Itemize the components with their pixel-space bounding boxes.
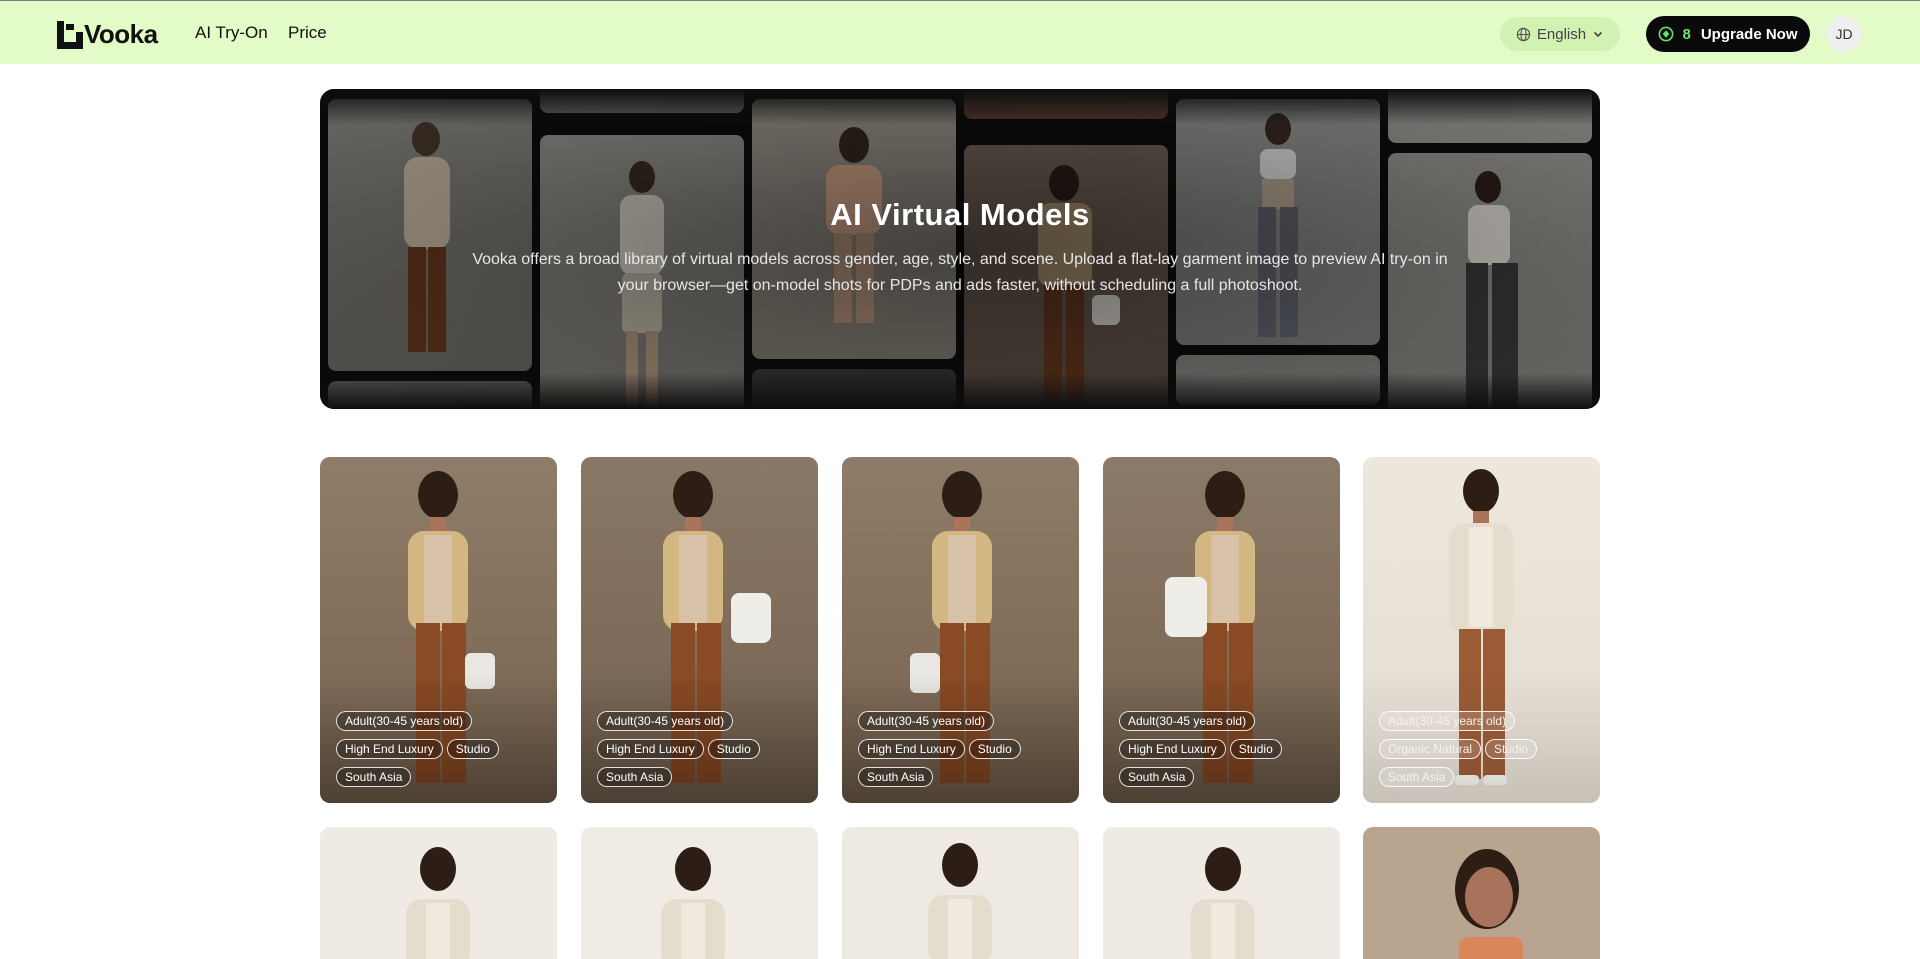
tag-style: High End Luxury bbox=[597, 739, 704, 759]
tag-age: Adult(30-45 years old) bbox=[336, 711, 473, 731]
brand-name: Vooka bbox=[84, 19, 158, 49]
credits-coin-icon bbox=[1659, 26, 1674, 42]
credit-count: 8 bbox=[1682, 25, 1691, 43]
model-photo bbox=[928, 843, 992, 959]
nav-ai-try-on[interactable]: AI Try-On bbox=[195, 23, 268, 43]
tag-age: Adult(30-45 years old) bbox=[1379, 711, 1516, 731]
tag-region: South Asia bbox=[1379, 767, 1455, 787]
model-photo bbox=[1191, 847, 1255, 959]
top-navigation-bar: Vooka AI Try-On Price English 8 Upgrade … bbox=[0, 0, 1920, 64]
model-card[interactable] bbox=[581, 827, 818, 959]
tag-list: Adult(30-45 years old) High End Luxury S… bbox=[858, 711, 1068, 787]
tag-scene: Studio bbox=[707, 739, 760, 759]
tag-scene: Studio bbox=[1229, 739, 1282, 759]
tag-region: South Asia bbox=[336, 767, 412, 787]
chevron-down-icon bbox=[1594, 31, 1603, 38]
tag-age: Adult(30-45 years old) bbox=[858, 711, 995, 731]
tag-list: Adult(30-45 years old) Organic Natural S… bbox=[1379, 711, 1589, 787]
upgrade-label: Upgrade Now bbox=[1700, 25, 1798, 43]
hero-fade bbox=[320, 89, 1600, 125]
model-card[interactable]: Adult(30-45 years old) High End Luxury S… bbox=[581, 457, 818, 803]
tag-list: Adult(30-45 years old) High End Luxury S… bbox=[1119, 711, 1329, 787]
tag-list: Adult(30-45 years old) High End Luxury S… bbox=[597, 711, 807, 787]
language-label: English bbox=[1536, 25, 1587, 43]
tag-list: Adult(30-45 years old) High End Luxury S… bbox=[336, 711, 546, 787]
model-photo bbox=[1455, 849, 1523, 959]
tag-age: Adult(30-45 years old) bbox=[597, 711, 734, 731]
tag-scene: Studio bbox=[1485, 739, 1538, 759]
tag-style: High End Luxury bbox=[1119, 739, 1226, 759]
globe-icon bbox=[1516, 27, 1531, 41]
tag-style: Organic Natural bbox=[1379, 739, 1482, 759]
upgrade-button[interactable]: 8 Upgrade Now bbox=[1646, 16, 1810, 52]
tag-region: South Asia bbox=[597, 767, 673, 787]
brand-logo[interactable]: Vooka bbox=[57, 19, 158, 50]
hero-description: Vooka offers a broad library of virtual … bbox=[472, 251, 1448, 294]
language-selector[interactable]: English bbox=[1500, 17, 1620, 51]
tag-region: South Asia bbox=[1119, 767, 1195, 787]
model-card[interactable] bbox=[1103, 827, 1340, 959]
model-card[interactable]: Adult(30-45 years old) High End Luxury S… bbox=[842, 457, 1079, 803]
tag-age: Adult(30-45 years old) bbox=[1119, 711, 1256, 731]
vooka-logo-icon bbox=[57, 20, 83, 49]
model-card[interactable]: Adult(30-45 years old) High End Luxury S… bbox=[320, 457, 557, 803]
model-card[interactable] bbox=[1363, 827, 1600, 959]
tag-scene: Studio bbox=[968, 739, 1021, 759]
tag-style: High End Luxury bbox=[336, 739, 443, 759]
nav-price[interactable]: Price bbox=[288, 23, 327, 43]
tag-scene: Studio bbox=[446, 739, 499, 759]
model-photo bbox=[406, 847, 470, 959]
hero-banner: AI Virtual Models Vooka offers a broad l… bbox=[320, 89, 1600, 409]
model-card[interactable]: Adult(30-45 years old) High End Luxury S… bbox=[1103, 457, 1340, 803]
hero-title: AI Virtual Models bbox=[830, 197, 1090, 232]
model-card[interactable] bbox=[320, 827, 557, 959]
model-card[interactable] bbox=[842, 827, 1079, 959]
model-photo bbox=[661, 847, 725, 959]
tag-style: High End Luxury bbox=[858, 739, 965, 759]
model-card[interactable]: Adult(30-45 years old) Organic Natural S… bbox=[1363, 457, 1600, 803]
hero-fade bbox=[320, 373, 1600, 409]
tag-region: South Asia bbox=[858, 767, 934, 787]
user-avatar[interactable]: JD bbox=[1826, 16, 1862, 52]
